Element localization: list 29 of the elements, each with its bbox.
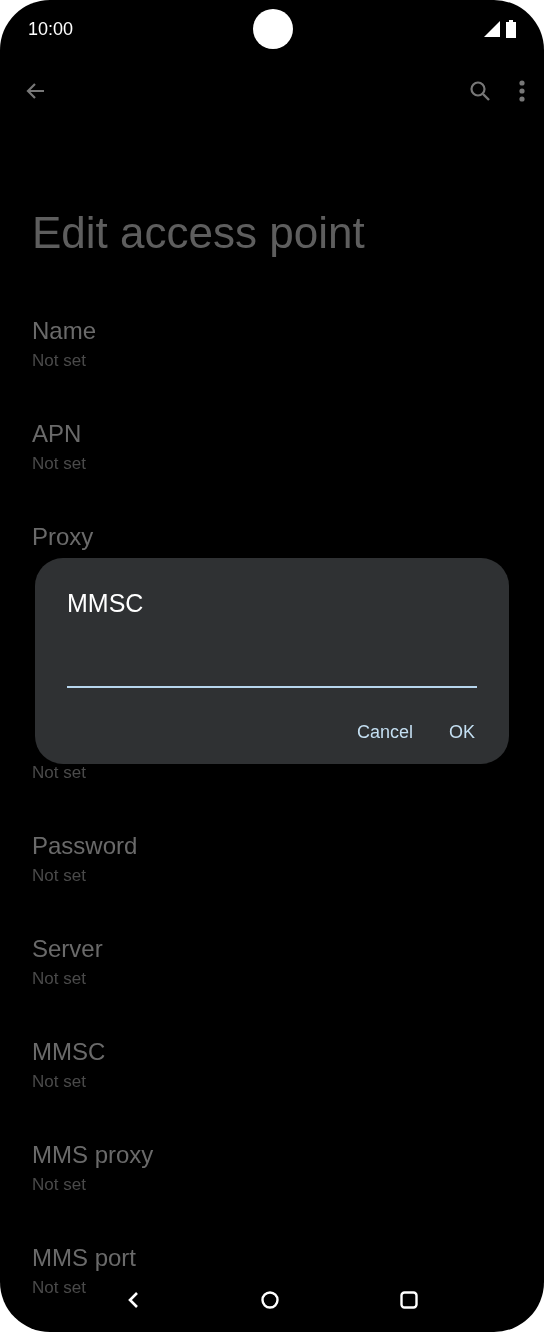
recents-icon[interactable] [400,1291,418,1309]
setting-title[interactable]: Password [32,831,138,861]
setting-value: Not set [32,865,86,887]
page-title: Edit access point [32,207,366,259]
setting-title[interactable]: MMS port [32,1243,136,1273]
status-time: 10:00 [28,18,74,40]
setting-title[interactable]: MMS proxy [32,1140,154,1170]
setting-title[interactable]: APN [32,419,82,449]
back-icon[interactable] [126,1291,140,1309]
setting-value: Not set [32,453,86,475]
dialog-button[interactable]: OK [435,714,489,751]
setting-value: Not set [32,350,86,372]
setting-value: Not set [32,1277,86,1299]
battery-icon [506,20,516,38]
home-icon[interactable] [260,1290,280,1310]
setting-title[interactable]: Proxy [32,522,94,552]
setting-value: Not set [32,1071,86,1093]
dialog-title: MMSC [67,588,144,618]
setting-title[interactable]: Name [32,316,97,346]
setting-value: Not set [32,1174,86,1196]
setting-title[interactable]: Server [32,934,103,964]
setting-value: Not set [32,968,86,990]
more-icon[interactable] [518,79,526,103]
camera-hole [253,9,293,49]
dialog-button[interactable]: Cancel [342,714,427,751]
signal-icon [484,21,500,37]
search-icon[interactable] [468,79,492,103]
setting-value: Not set [32,762,86,784]
setting-title[interactable]: MMSC [32,1037,106,1067]
